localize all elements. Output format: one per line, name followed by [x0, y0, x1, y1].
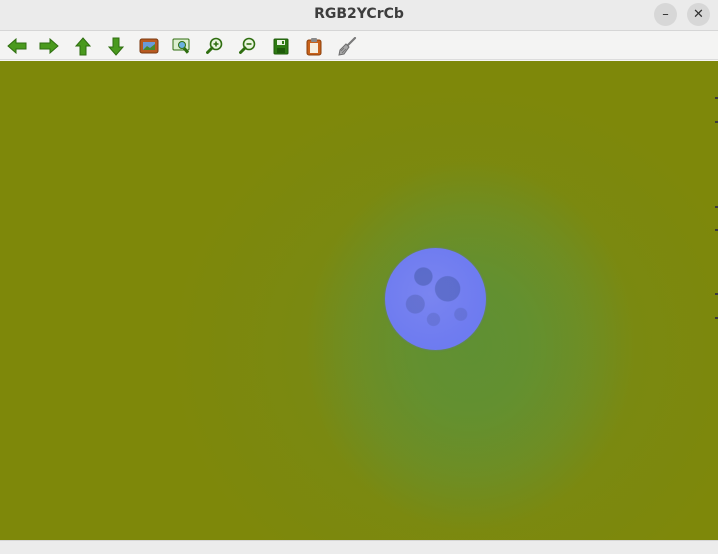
image-canvas[interactable]	[0, 61, 718, 540]
image-button[interactable]	[138, 35, 160, 57]
window-title: RGB2YCrCb	[314, 6, 404, 22]
clear-button[interactable]	[336, 35, 358, 57]
status-bar	[0, 540, 718, 554]
zoom-in-icon	[206, 37, 224, 55]
close-button[interactable]: ✕	[687, 3, 710, 26]
zoom-fit-icon	[172, 37, 192, 55]
save-button[interactable]	[270, 35, 292, 57]
save-icon	[273, 38, 289, 55]
arrow-up-icon	[75, 36, 91, 56]
fit-view-button[interactable]	[171, 35, 193, 57]
down-button[interactable]	[105, 35, 127, 57]
zoom-in-button[interactable]	[204, 35, 226, 57]
toolbar	[0, 31, 718, 60]
forward-button[interactable]	[38, 35, 60, 57]
arrow-down-icon	[108, 37, 124, 56]
canvas-glow	[0, 61, 718, 540]
up-button[interactable]	[72, 35, 94, 57]
moon-image	[385, 248, 486, 350]
title-bar[interactable]: RGB2YCrCb – ✕	[0, 0, 718, 31]
back-button[interactable]	[6, 35, 28, 57]
zoom-out-icon	[239, 37, 257, 55]
clipboard-button[interactable]	[303, 35, 325, 57]
image-icon	[139, 38, 159, 54]
app-window: RGB2YCrCb – ✕	[0, 0, 718, 554]
broom-icon	[337, 36, 357, 56]
clipboard-icon	[306, 37, 322, 56]
arrow-right-icon	[39, 38, 59, 54]
arrow-left-icon	[7, 38, 27, 54]
minimize-button[interactable]: –	[654, 3, 677, 26]
zoom-out-button[interactable]	[237, 35, 259, 57]
